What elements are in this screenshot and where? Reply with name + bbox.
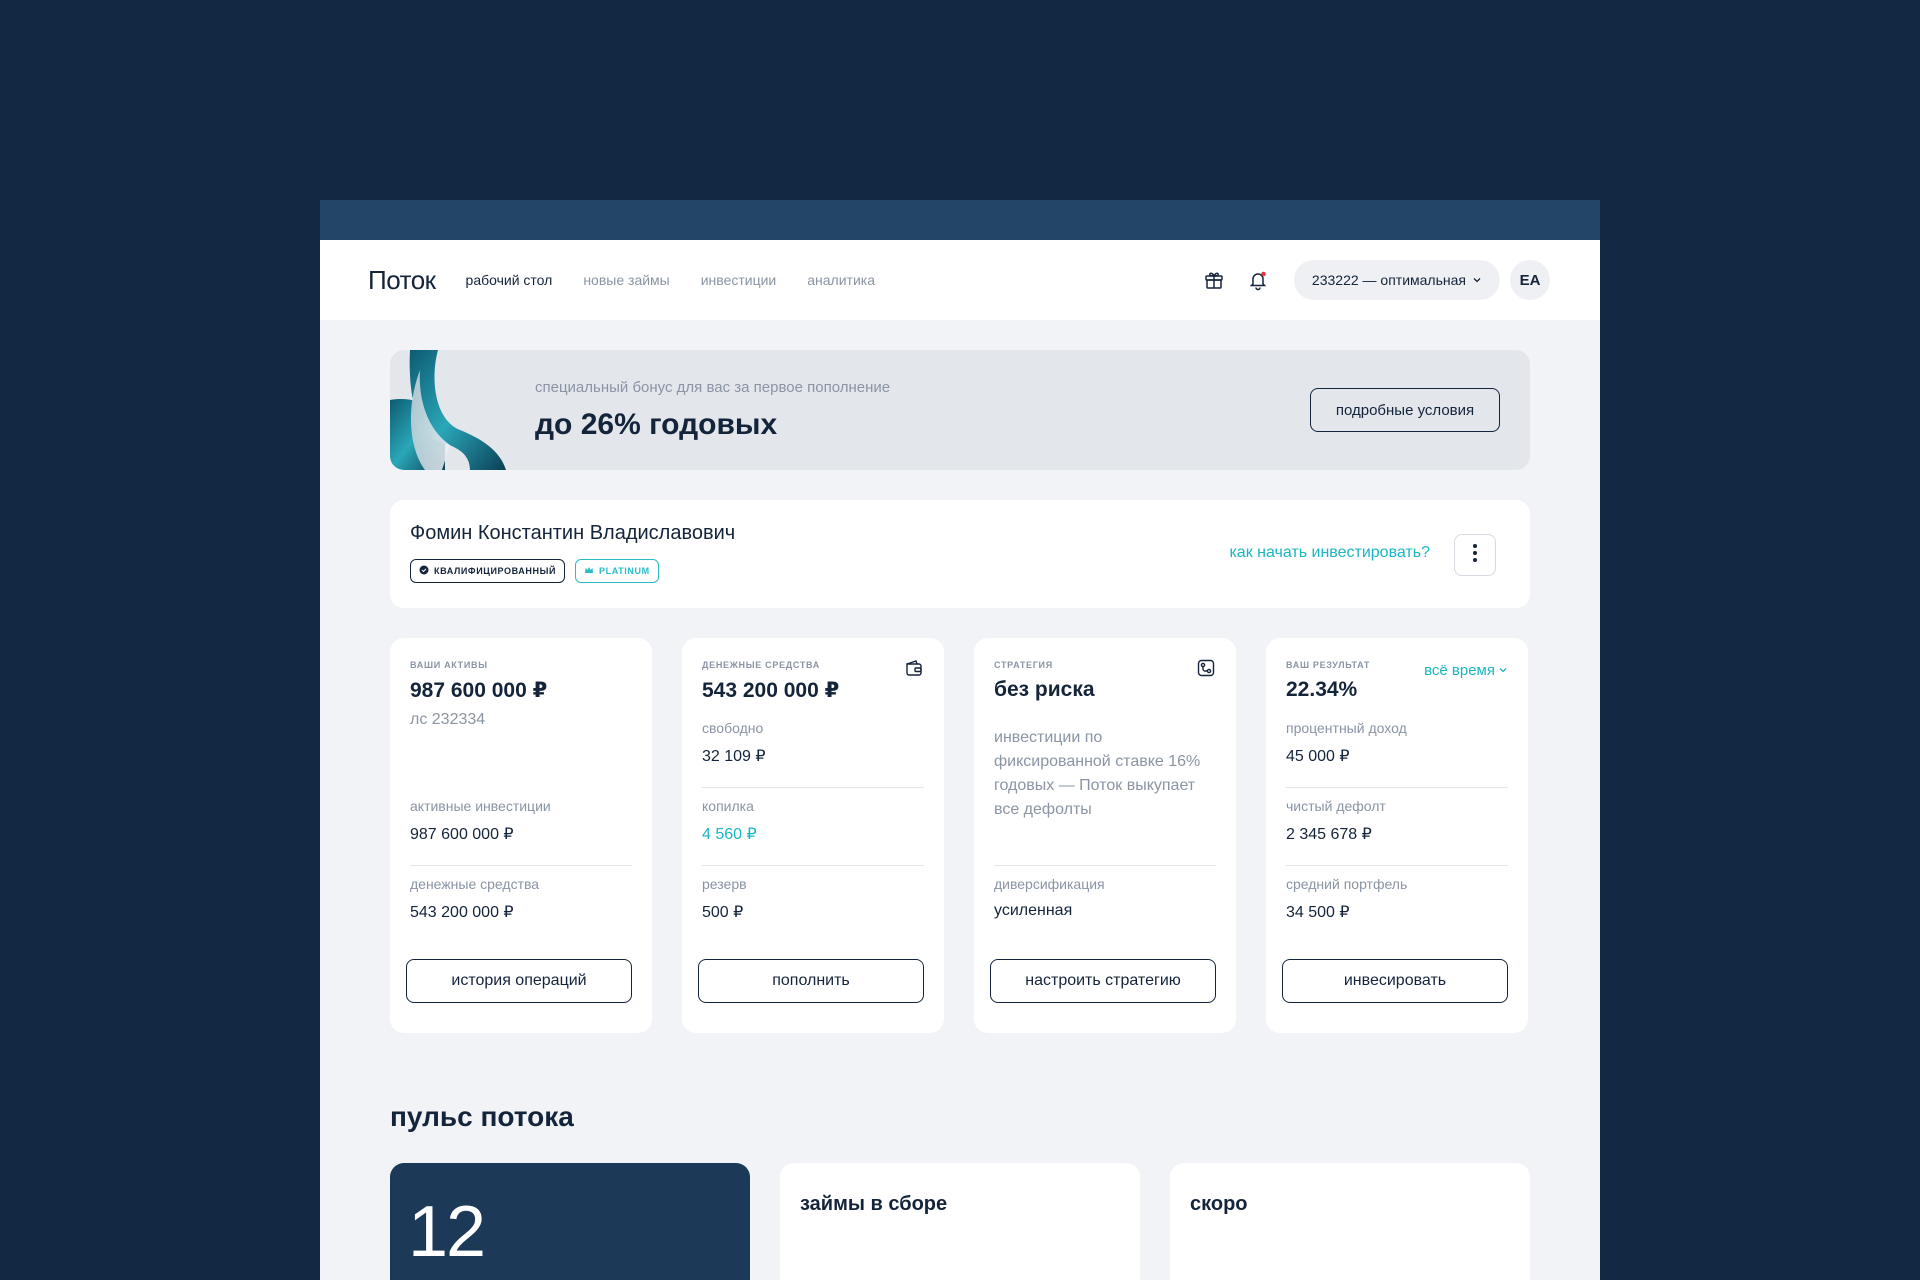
card-value: без риска bbox=[994, 678, 1095, 701]
row-label: средний портфель bbox=[1286, 876, 1408, 892]
active-investments-row: активные инвестиции 987 600 000 ₽ bbox=[410, 798, 632, 862]
divider bbox=[994, 865, 1216, 866]
platinum-badge: platinum bbox=[575, 559, 659, 583]
loans-collecting-card[interactable]: займы в сборе bbox=[780, 1163, 1140, 1280]
bell-icon[interactable] bbox=[1244, 266, 1272, 294]
top-navbar: Поток рабочий стол новые займы инвестици… bbox=[320, 240, 1600, 320]
pulse-card-title: скоро bbox=[1190, 1193, 1248, 1215]
nav-link-dashboard[interactable]: рабочий стол bbox=[466, 272, 553, 288]
promo-banner: специальный бонус для вас за первое попо… bbox=[390, 350, 1530, 470]
divider bbox=[1286, 865, 1508, 866]
banner-subtitle: специальный бонус для вас за первое попо… bbox=[535, 378, 891, 396]
nav-links: рабочий стол новые займы инвестиции анал… bbox=[466, 272, 875, 288]
account-selector-label: 233222 — оптимальная bbox=[1311, 272, 1466, 288]
coming-soon-card[interactable]: скоро bbox=[1170, 1163, 1530, 1280]
app-window: Поток рабочий стол новые займы инвестици… bbox=[320, 200, 1600, 1280]
row-label: резерв bbox=[702, 876, 747, 892]
piggybank-row: копилка 4 560 ₽ bbox=[702, 798, 924, 862]
cash-row: денежные средства 543 200 000 ₽ bbox=[410, 876, 632, 940]
strategy-card: стратегия без риска инвестиции по фиксир… bbox=[974, 638, 1236, 1033]
nav-link-analytics[interactable]: аналитика bbox=[807, 272, 875, 288]
divider bbox=[702, 865, 924, 866]
more-menu-button[interactable] bbox=[1454, 534, 1496, 576]
banner-title: до 26% годовых bbox=[535, 407, 778, 441]
configure-strategy-button[interactable]: настроить стратегию bbox=[990, 959, 1216, 1003]
row-value: 32 109 ₽ bbox=[702, 748, 766, 765]
divider bbox=[1286, 787, 1508, 788]
user-avatar[interactable]: ЕА bbox=[1510, 260, 1550, 300]
divider bbox=[410, 865, 632, 866]
nav-link-investments[interactable]: инвестиции bbox=[701, 272, 777, 288]
pulse-section-title: пульс потока bbox=[390, 1101, 574, 1132]
pulse-card-title: займы в сборе bbox=[800, 1193, 948, 1215]
qualified-badge: квалифицированный bbox=[410, 559, 566, 583]
row-value: 34 500 ₽ bbox=[1286, 904, 1350, 921]
interest-income-row: процентный доход 45 000 ₽ bbox=[1286, 720, 1508, 784]
user-card: Фомин Константин Владиславович квалифици… bbox=[390, 500, 1530, 608]
row-label: процентный доход bbox=[1286, 720, 1407, 736]
pulse-cards: 12 займы в сборе скоро bbox=[390, 1163, 1530, 1280]
crown-icon bbox=[584, 565, 594, 577]
row-value: усиленная bbox=[994, 902, 1073, 919]
row-value: 500 ₽ bbox=[702, 904, 744, 921]
card-label: стратегия bbox=[994, 660, 1053, 670]
nav-right: 233222 — оптимальная ЕА bbox=[1200, 260, 1550, 300]
row-label: денежные средства bbox=[410, 876, 540, 892]
divider bbox=[702, 787, 924, 788]
diversification-row: диверсификация усиленная bbox=[994, 876, 1216, 940]
window-top-strip bbox=[320, 200, 1600, 240]
logo[interactable]: Поток bbox=[368, 265, 436, 296]
wallet-icon bbox=[904, 658, 924, 683]
strategy-icon bbox=[1196, 658, 1216, 683]
average-portfolio-row: средний портфель 34 500 ₽ bbox=[1286, 876, 1508, 940]
row-value: 987 600 000 ₽ bbox=[410, 826, 514, 843]
strategy-description: инвестиции по фиксированной ставке 16% г… bbox=[994, 729, 1201, 818]
assets-card: ваши активы 987 600 000 ₽ лс 232334 акти… bbox=[390, 638, 652, 1033]
row-label: копилка bbox=[702, 798, 754, 814]
free-row: свободно 32 109 ₽ bbox=[702, 720, 924, 784]
row-value: 543 200 000 ₽ bbox=[410, 904, 514, 921]
top-up-button[interactable]: пополнить bbox=[698, 959, 924, 1003]
chevron-down-icon bbox=[1498, 662, 1508, 679]
invest-button[interactable]: инвесировать bbox=[1282, 959, 1508, 1003]
card-value: 543 200 000 ₽ bbox=[702, 679, 840, 702]
period-selector[interactable]: всё время bbox=[1424, 662, 1508, 679]
chevron-down-icon bbox=[1472, 272, 1482, 288]
main-content: специальный бонус для вас за первое попо… bbox=[320, 320, 1600, 1280]
banner-illustration bbox=[390, 350, 506, 470]
qualified-badge-label: квалифицированный bbox=[434, 566, 557, 576]
pulse-stat-card[interactable]: 12 bbox=[390, 1163, 750, 1280]
row-label: диверсификация bbox=[994, 876, 1105, 892]
cash-card: денежные средства 543 200 000 ₽ свободно… bbox=[682, 638, 944, 1033]
row-label: чистый дефолт bbox=[1286, 798, 1386, 814]
net-default-row: чистый дефолт 2 345 678 ₽ bbox=[1286, 798, 1508, 862]
row-value: 2 345 678 ₽ bbox=[1286, 826, 1372, 843]
banner-text: специальный бонус для вас за первое попо… bbox=[535, 379, 890, 442]
account-number: лс 232334 bbox=[410, 711, 486, 728]
card-label: ваши активы bbox=[410, 660, 488, 670]
account-selector[interactable]: 233222 — оптимальная bbox=[1293, 260, 1500, 300]
row-value: 4 560 ₽ bbox=[702, 826, 757, 843]
nav-link-new-loans[interactable]: новые займы bbox=[583, 272, 669, 288]
summary-cards: ваши активы 987 600 000 ₽ лс 232334 акти… bbox=[390, 638, 1530, 1033]
details-button[interactable]: подробные условия bbox=[1310, 388, 1500, 432]
card-value: 22.34% bbox=[1286, 678, 1358, 701]
row-label: активные инвестиции bbox=[410, 798, 551, 814]
pulse-number: 12 bbox=[408, 1192, 486, 1272]
user-badges: квалифицированный platinum bbox=[410, 559, 1510, 583]
history-button[interactable]: история операций bbox=[406, 959, 632, 1003]
platinum-badge-label: platinum bbox=[599, 566, 650, 576]
shield-check-icon bbox=[419, 565, 429, 577]
gift-icon[interactable] bbox=[1200, 266, 1228, 294]
row-value: 45 000 ₽ bbox=[1286, 748, 1350, 765]
row-label: свободно bbox=[702, 720, 764, 736]
card-value: 987 600 000 ₽ bbox=[410, 679, 548, 702]
reserve-row: резерв 500 ₽ bbox=[702, 876, 924, 940]
card-label: денежные средства bbox=[702, 660, 821, 670]
result-card: ваш результат всё время 22.34% процентны… bbox=[1266, 638, 1528, 1033]
period-label: всё время bbox=[1424, 662, 1495, 679]
more-vertical-icon bbox=[1472, 543, 1478, 568]
user-name: Фомин Константин Владиславович bbox=[410, 522, 736, 544]
how-to-invest-link[interactable]: как начать инвестировать? bbox=[1229, 544, 1430, 562]
